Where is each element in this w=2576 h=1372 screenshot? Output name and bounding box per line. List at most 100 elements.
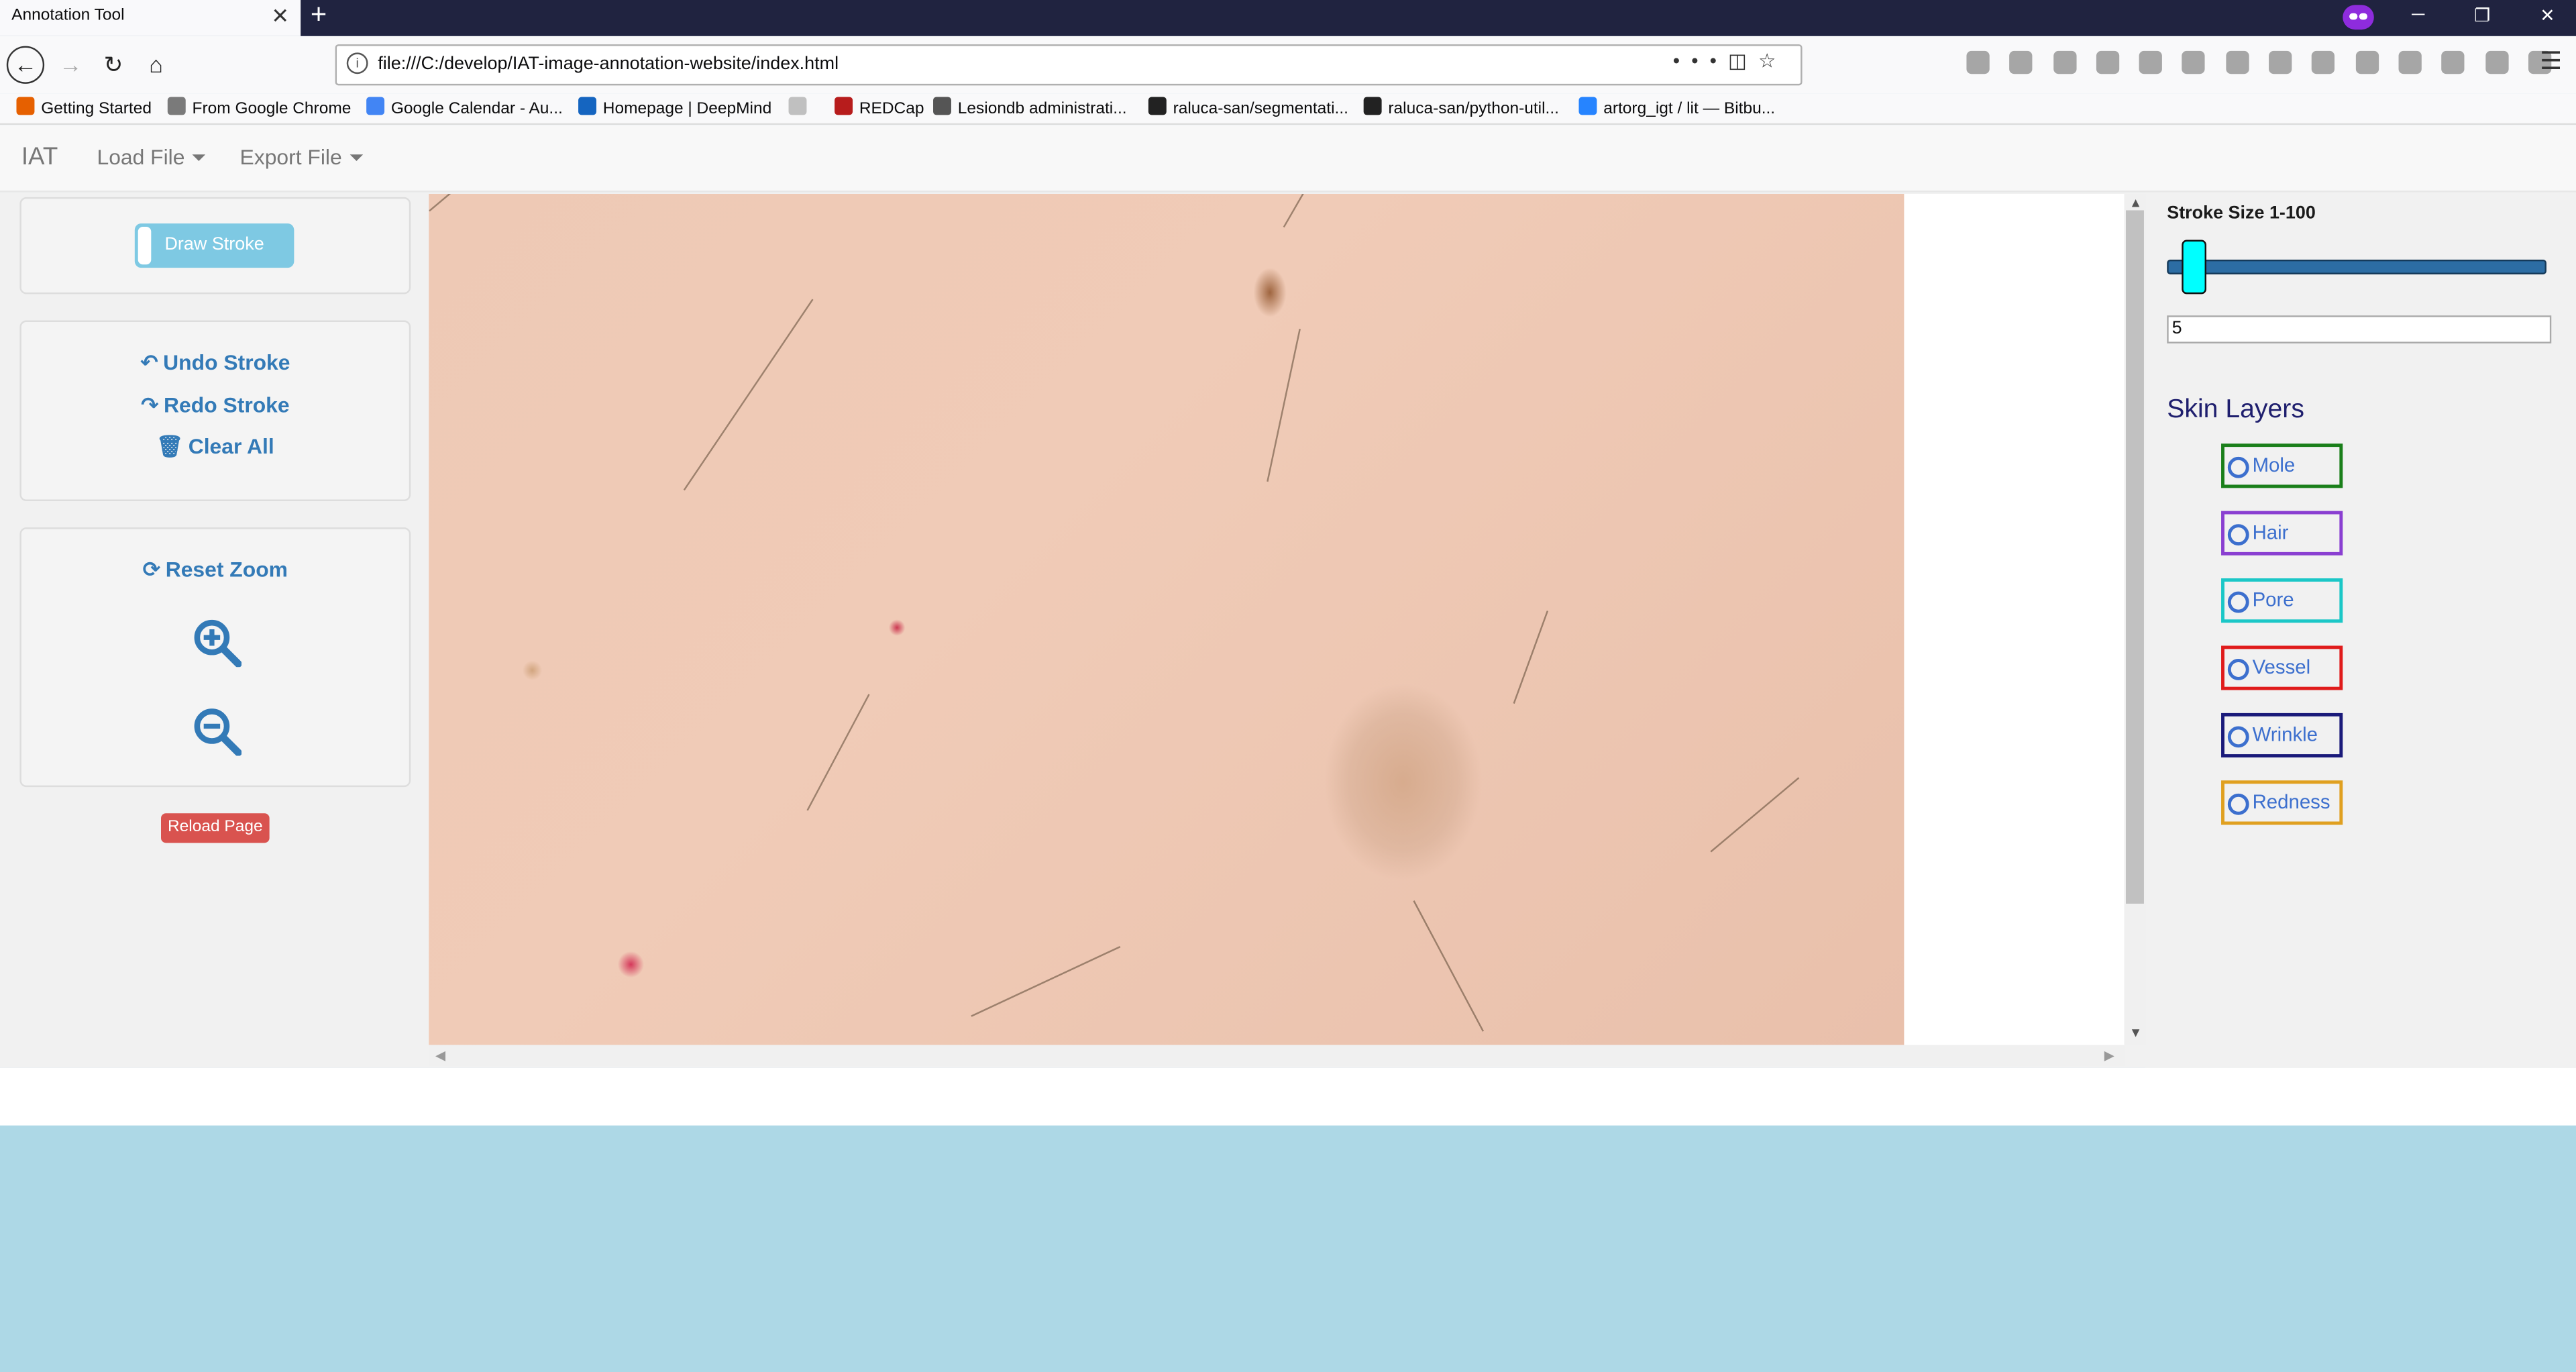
reset-zoom-button[interactable]: ⟳ Reset Zoom [21, 557, 409, 583]
app-brand[interactable]: IAT [21, 143, 58, 171]
layer-mole-button[interactable]: Mole [2221, 443, 2343, 488]
skin-image-canvas[interactable] [429, 193, 1904, 1045]
scroll-right-icon[interactable]: ▶ [2104, 1048, 2114, 1063]
canvas-container [429, 193, 2125, 1045]
site-info-icon[interactable]: i [346, 52, 368, 74]
restore-icon[interactable]: ❐ [2474, 5, 2490, 26]
history-icon[interactable] [2053, 50, 2076, 74]
extension-icon[interactable] [2355, 50, 2379, 74]
horizontal-scrollbar[interactable]: ◀ ▶ [429, 1045, 2125, 1067]
browser-tab[interactable]: Annotation Tool ✕ [0, 0, 301, 36]
scrollbar-thumb[interactable] [2126, 210, 2144, 904]
hair-strand [806, 694, 870, 811]
bookmark-item[interactable]: Google Calendar - Au... [366, 97, 563, 118]
library-icon[interactable] [1966, 50, 1990, 74]
bookmark-star-icon[interactable]: ☆ [1758, 49, 1788, 72]
hamburger-menu-icon[interactable]: ☰ [2540, 46, 2562, 76]
layer-redness-button[interactable]: Redness [2221, 780, 2343, 825]
tab-bar: Annotation Tool ✕ + ─ ❐ ✕ [0, 0, 2576, 36]
deepmind-icon [578, 97, 596, 115]
zoom-in-icon[interactable] [193, 618, 242, 668]
radio-icon [2227, 659, 2249, 680]
hair-strand [1283, 193, 1334, 228]
vertical-scrollbar[interactable]: ▲ ▼ [2124, 193, 2146, 1045]
back-icon[interactable]: ← [6, 46, 45, 84]
layer-pore-button[interactable]: Pore [2221, 578, 2343, 623]
toolbar-extensions [1966, 50, 2571, 74]
zoom-panel: ⟳ Reset Zoom [19, 527, 411, 788]
scroll-up-icon[interactable]: ▲ [2129, 195, 2142, 210]
bookmark-item[interactable] [788, 97, 814, 118]
hair-strand [429, 193, 519, 212]
private-browsing-icon [2343, 5, 2374, 30]
stroke-size-input[interactable]: 5 [2167, 315, 2552, 344]
extension-icon[interactable] [2269, 50, 2292, 74]
layer-hair-button[interactable]: Hair [2221, 511, 2343, 556]
layer-wrinkle-button[interactable]: Wrinkle [2221, 713, 2343, 757]
bookmark-item[interactable]: From Google Chrome [167, 97, 352, 118]
extension-icon[interactable] [2225, 50, 2249, 74]
refresh-icon: ⟳ [142, 557, 161, 582]
bookmark-item[interactable]: raluca-san/python-util... [1363, 97, 1559, 118]
extension-icon[interactable] [2312, 50, 2335, 74]
shield-icon[interactable] [2096, 50, 2119, 74]
pocket-icon[interactable]: ◫ [1728, 49, 1758, 72]
bookmarks-toolbar: Getting Started From Google Chrome Googl… [0, 93, 2576, 125]
skin-layers-title: Skin Layers [2167, 396, 2304, 424]
reload-icon[interactable]: ↻ [95, 46, 131, 83]
address-bar[interactable]: i file:///C:/develop/IAT-image-annotatio… [335, 44, 1803, 86]
reload-page-button[interactable]: Reload Page [161, 813, 270, 843]
forward-icon[interactable]: → [52, 46, 89, 83]
bookmark-item[interactable]: artorg_igt / lit — Bitbu... [1578, 97, 1775, 118]
clear-all-button[interactable]: 🗑 Clear All [21, 434, 409, 460]
caret-down-icon [350, 154, 364, 162]
history-panel: ↶ Undo Stroke ↷ Redo Stroke 🗑 Clear All [19, 320, 411, 501]
draw-stroke-toggle[interactable]: Draw Stroke [134, 223, 294, 268]
scroll-left-icon[interactable]: ◀ [435, 1048, 445, 1063]
home-icon[interactable]: ⌂ [138, 46, 174, 83]
github-icon [1363, 97, 1382, 115]
trash-icon: 🗑 [156, 433, 184, 459]
export-file-dropdown[interactable]: Export File [240, 145, 364, 169]
bookmark-icon [788, 97, 807, 115]
new-tab-icon[interactable]: + [311, 0, 327, 32]
hair-strand [683, 299, 814, 491]
bookmark-item[interactable]: raluca-san/segmentati... [1148, 97, 1348, 118]
layer-vessel-button[interactable]: Vessel [2221, 645, 2343, 690]
calendar-icon [366, 97, 385, 115]
draw-panel: Draw Stroke [19, 197, 411, 295]
folder-icon [167, 97, 186, 115]
radio-icon [2227, 456, 2249, 478]
account-icon[interactable] [2485, 50, 2508, 74]
tab-title: Annotation Tool [11, 6, 125, 25]
navigation-toolbar: ← → ↻ ⌂ i file:///C:/develop/IAT-image-a… [0, 36, 2576, 94]
bookmark-item[interactable]: REDCap [835, 97, 924, 118]
extension-icon[interactable] [2139, 50, 2163, 74]
url-text[interactable]: file:///C:/develop/IAT-image-annotation-… [378, 54, 839, 74]
slider-thumb[interactable] [2181, 240, 2206, 295]
hair-strand [1710, 777, 1800, 853]
sidebar-icon[interactable] [2009, 50, 2033, 74]
page-footer-area [0, 1067, 2576, 1126]
bookmark-item[interactable]: Lesiondb administrati... [933, 97, 1127, 118]
radio-icon [2227, 591, 2249, 613]
close-tab-icon[interactable]: ✕ [271, 3, 289, 30]
redo-stroke-button[interactable]: ↷ Redo Stroke [21, 392, 409, 419]
page-actions-icon[interactable]: ••• [1673, 49, 1728, 72]
bookmark-item[interactable]: Homepage | DeepMind [578, 97, 771, 118]
window-close-icon[interactable]: ✕ [2540, 5, 2555, 26]
minimize-icon[interactable]: ─ [2412, 5, 2424, 24]
bitbucket-icon [1578, 97, 1597, 115]
scroll-down-icon[interactable]: ▼ [2129, 1025, 2142, 1040]
zoom-out-icon[interactable] [193, 706, 242, 756]
stroke-size-slider[interactable] [2167, 259, 2546, 274]
ublock-icon[interactable] [2398, 50, 2422, 74]
bookmark-item[interactable]: Getting Started [16, 97, 152, 118]
caret-down-icon [193, 154, 207, 162]
undo-stroke-button[interactable]: ↶ Undo Stroke [21, 350, 409, 376]
extension-icon[interactable] [2182, 50, 2206, 74]
redcap-icon [835, 97, 853, 115]
hair-strand [971, 945, 1121, 1017]
load-file-dropdown[interactable]: Load File [97, 145, 207, 169]
extension-icon[interactable] [2441, 50, 2465, 74]
